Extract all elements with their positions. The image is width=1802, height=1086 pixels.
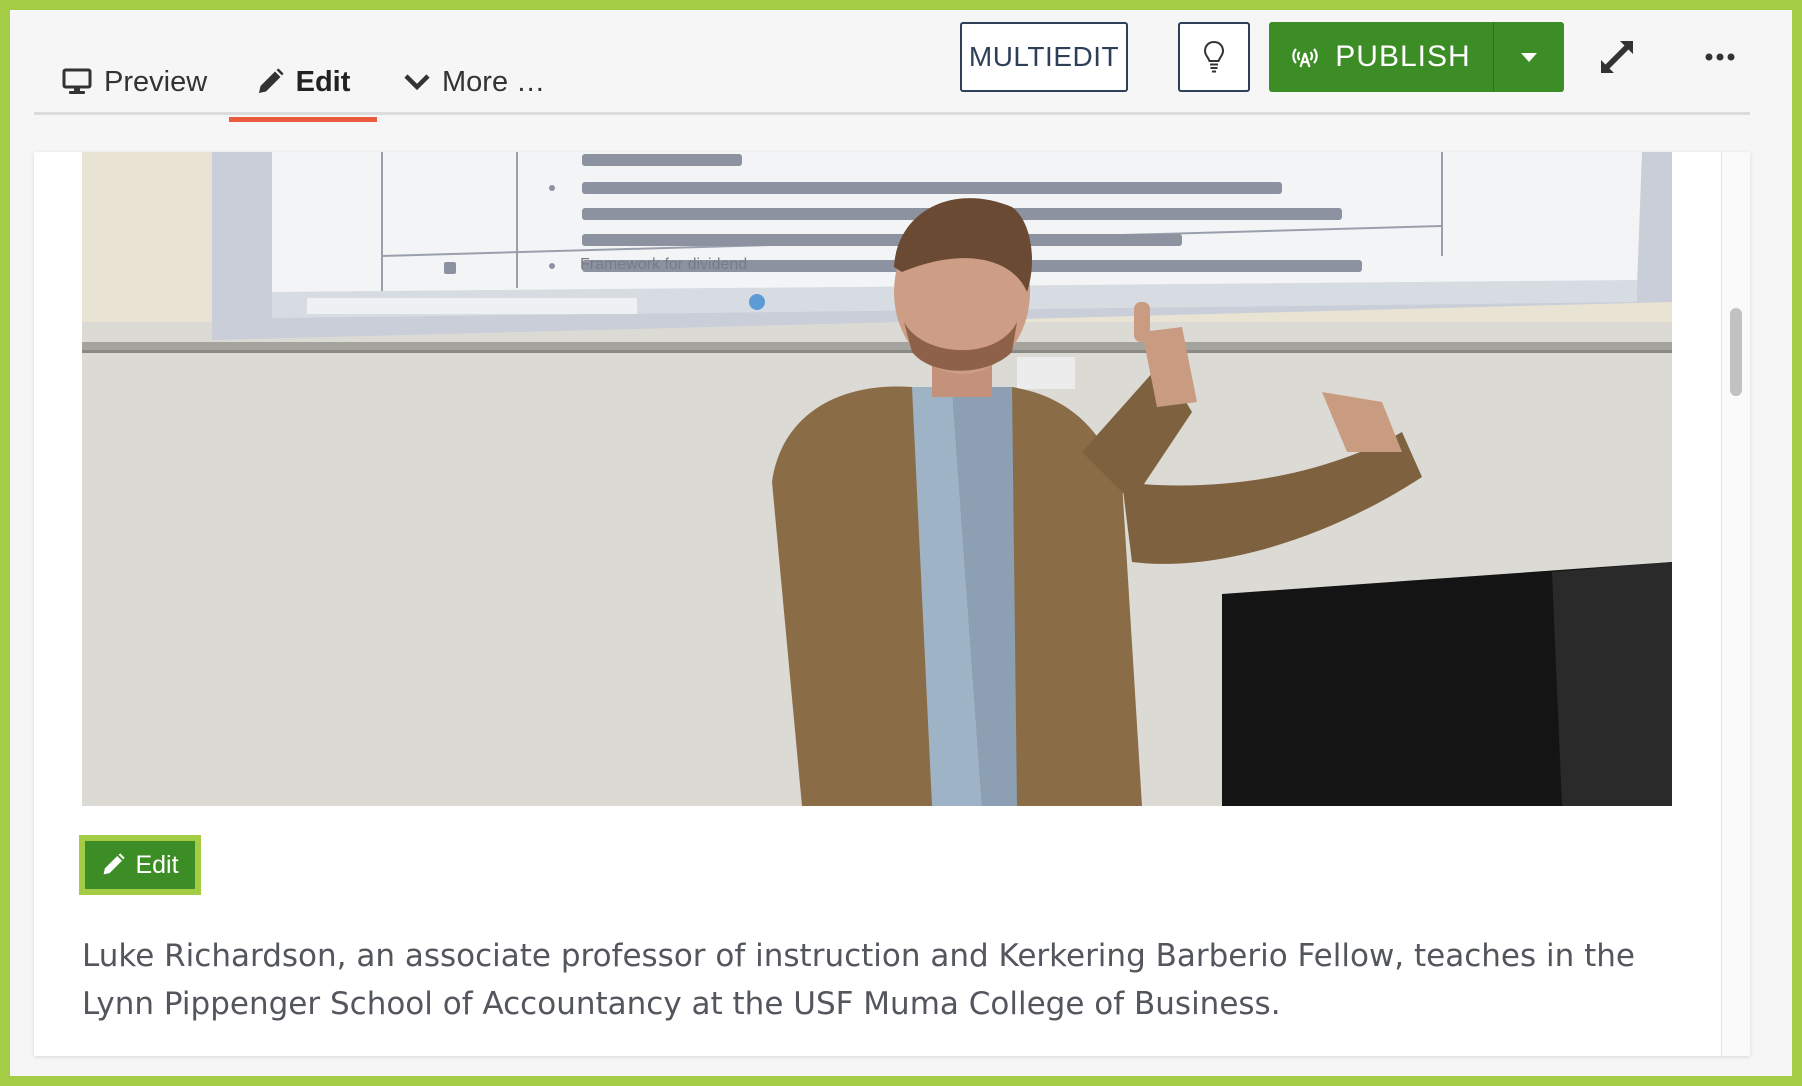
scrollbar[interactable] — [1721, 152, 1750, 1056]
more-actions-button[interactable] — [1698, 40, 1742, 74]
publish-options-button[interactable] — [1493, 22, 1564, 92]
tab-edit-label: Edit — [295, 65, 351, 98]
publish-button[interactable]: PUBLISH — [1269, 22, 1493, 92]
app-frame: Preview Edit More … MULTIEDIT PUBLISH Fr… — [0, 0, 1802, 1086]
tab-preview-label: Preview — [104, 65, 208, 98]
ellipsis-icon — [1705, 53, 1735, 61]
edit-image-label: Edit — [135, 850, 179, 879]
tab-more-label: More … — [442, 65, 546, 98]
tab-preview[interactable]: Preview — [62, 48, 207, 116]
expand-arrows-icon — [1601, 41, 1633, 73]
chevron-down-icon — [404, 74, 430, 91]
pencil-icon — [258, 68, 284, 93]
scrollbar-thumb[interactable] — [1730, 308, 1742, 396]
tab-edit[interactable]: Edit — [229, 48, 377, 122]
article-image: Framework for dividend — [82, 152, 1672, 806]
content-panel: Framework for dividend Edit Luke Richard… — [34, 152, 1750, 1056]
tab-more[interactable]: More … — [404, 48, 545, 116]
publish-button-group: PUBLISH — [1269, 22, 1564, 92]
slide-text: Framework for dividend — [580, 256, 747, 273]
idea-button[interactable] — [1178, 22, 1250, 92]
editor-toolbar: Preview Edit More … MULTIEDIT PUBLISH — [34, 20, 1750, 122]
broadcast-icon — [1292, 48, 1319, 68]
publish-label: PUBLISH — [1335, 40, 1471, 73]
lightbulb-icon — [1203, 40, 1225, 73]
edit-image-button[interactable]: Edit — [79, 835, 201, 895]
caret-down-icon — [1521, 52, 1537, 62]
image-caption: Luke Richardson, an associate professor … — [82, 938, 1635, 1022]
edit-image-button-inner: Edit — [85, 841, 195, 889]
lecture-photo: Framework for dividend — [82, 152, 1672, 806]
monitor-icon — [62, 68, 92, 94]
fullscreen-button[interactable] — [1594, 34, 1640, 80]
multiedit-button[interactable]: MULTIEDIT — [960, 22, 1128, 92]
pencil-icon — [104, 853, 126, 875]
